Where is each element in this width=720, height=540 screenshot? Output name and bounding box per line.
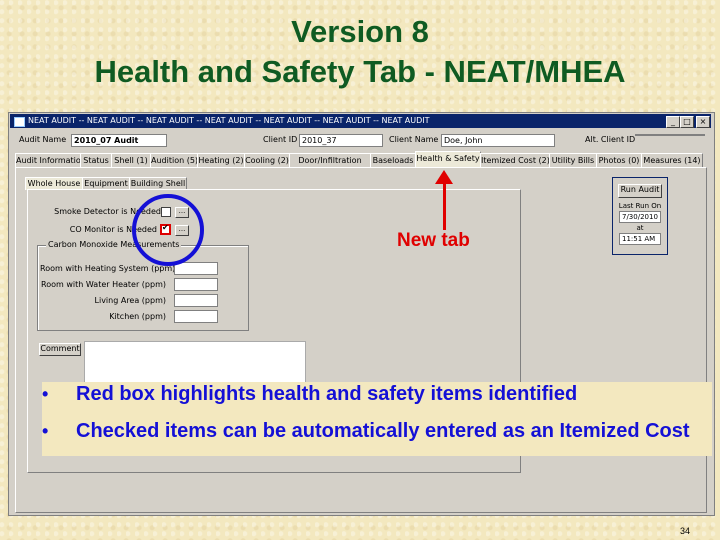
maximize-button[interactable]: □ [680, 116, 694, 128]
tab-itemized-cost[interactable]: Itemized Cost (2) [480, 153, 550, 167]
tab-photos[interactable]: Photos (0) [596, 153, 642, 167]
co-row-label: Room with Water Heater (ppm) [41, 280, 166, 289]
client-name-label: Client Name [389, 135, 439, 144]
slide-title-line2: Health and Safety Tab - NEAT/MHEA [94, 54, 626, 89]
co-water-heater-room-input[interactable] [174, 278, 218, 291]
co-heating-room-input[interactable] [174, 262, 218, 275]
bullet-text: Checked items can be automatically enter… [76, 420, 690, 442]
bullet-dot-icon: • [42, 384, 49, 404]
tab-measures[interactable]: Measures (14) [641, 153, 703, 167]
tab-utility-bills[interactable]: Utility Bills [549, 153, 597, 167]
slide-title-line1: Version 8 [291, 14, 429, 49]
bullet-item: • Red box highlights health and safety i… [42, 382, 712, 406]
main-tab-bar: Audit Information Status Shell (1) Audit… [15, 151, 705, 167]
at-label: at [636, 224, 644, 232]
tab-audition[interactable]: Audition (5) [150, 153, 198, 167]
new-tab-annotation: New tab [397, 230, 470, 251]
bullet-dot-icon: • [42, 421, 49, 441]
run-audit-panel: Run Audit Last Run On 7/30/2010 at 11:51… [612, 177, 668, 255]
tab-audit-information[interactable]: Audit Information [15, 153, 81, 167]
alt-client-id-field[interactable] [635, 134, 705, 136]
last-run-label: Last Run On [618, 202, 662, 210]
bullet-item: • Checked items can be automatically ent… [42, 419, 712, 443]
alt-client-id-label: Alt. Client ID [585, 135, 636, 144]
co-row-label: Room with Heating System (ppm) [40, 264, 176, 273]
window-titlebar[interactable]: NEAT AUDIT -- NEAT AUDIT -- NEAT AUDIT -… [10, 114, 711, 128]
co-row-label: Living Area (ppm) [94, 296, 166, 305]
co-living-area-input[interactable] [174, 294, 218, 307]
run-audit-button[interactable]: Run Audit [618, 184, 662, 198]
arrow-shaft [443, 180, 446, 230]
page-number: 34 [680, 526, 691, 536]
tab-health-safety[interactable]: Health & Safety [415, 151, 481, 167]
tab-shell[interactable]: Shell (1) [111, 153, 151, 167]
minimize-button[interactable]: _ [666, 116, 680, 128]
co-kitchen-input[interactable] [174, 310, 218, 323]
tab-cooling[interactable]: Cooling (2) [244, 153, 290, 167]
close-button[interactable]: × [696, 116, 710, 128]
tab-heating[interactable]: Heating (2) [197, 153, 245, 167]
audit-name-label: Audit Name [19, 135, 67, 144]
co-row-label: Kitchen (ppm) [109, 312, 166, 321]
bullet-list: • Red box highlights health and safety i… [42, 382, 712, 456]
window-title: NEAT AUDIT -- NEAT AUDIT -- NEAT AUDIT -… [28, 116, 430, 125]
tab-baseloads[interactable]: Baseloads [370, 153, 416, 167]
comment-button[interactable]: Comment [39, 343, 81, 356]
last-run-time: 11:51 AM [619, 233, 661, 245]
co-measurements-group: Carbon Monoxide Measurements Room with H… [37, 240, 249, 331]
bullet-text: Red box highlights health and safety ite… [76, 383, 578, 405]
highlight-circle [132, 194, 204, 266]
client-id-label: Client ID [263, 135, 298, 144]
client-name-field[interactable]: Doe, John [441, 134, 555, 147]
comment-textarea[interactable] [84, 341, 306, 383]
client-id-field[interactable]: 2010_37 [299, 134, 383, 147]
last-run-date: 7/30/2010 [619, 211, 661, 223]
audit-name-field[interactable]: 2010_07 Audit [71, 134, 167, 147]
tab-status[interactable]: Status [80, 153, 112, 167]
app-icon [14, 117, 25, 127]
tab-door-infiltration[interactable]: Door/Infiltration [289, 153, 371, 167]
